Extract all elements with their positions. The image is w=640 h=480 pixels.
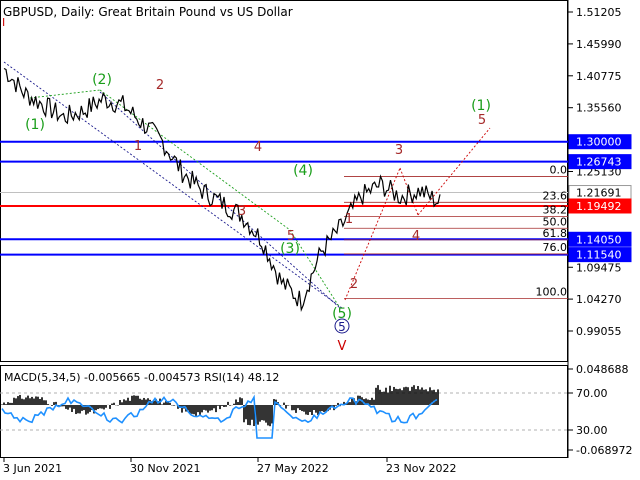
wave-label: V	[338, 339, 347, 354]
indicator-tick-label: 70.00	[576, 387, 608, 400]
chart-window: GBPUSD, Daily: Great Britain Pound vs US…	[0, 0, 640, 480]
level-price-label: 1.11540	[576, 249, 622, 262]
indicator-tick-label: -0.068972	[576, 444, 632, 457]
trend-line-channel	[99, 91, 341, 309]
trend-lines	[3, 61, 491, 309]
price-tick-label: 1.40775	[576, 70, 622, 83]
wave-line-green	[29, 89, 101, 99]
wave-label: 5	[338, 320, 346, 334]
chart-title: GBPUSD, Daily: Great Britain Pound vs US…	[3, 5, 293, 19]
trend-line-channel	[3, 61, 343, 309]
wave-label: 1	[345, 212, 353, 227]
price-tick-label: 1.09475	[576, 261, 622, 274]
wave-label: 4	[254, 140, 262, 155]
price-tick-label: 0.99055	[576, 325, 622, 338]
fibonacci-retracement: 0.023.638.250.061.876.0100.0	[344, 164, 568, 300]
wave-label: 5	[287, 229, 295, 244]
time-tick-label: 30 Nov 2021	[130, 462, 200, 475]
price-tick-label: 1.35560	[576, 102, 622, 115]
fib-level-label: 76.0	[543, 241, 568, 254]
wave-labels: (1)(2)(3)(4)(5)(1)12345123455V	[25, 72, 491, 354]
price-tick-label: 1.51205	[576, 6, 622, 19]
fib-level-label: 0.0	[550, 164, 568, 177]
main-chart-frame	[0, 0, 568, 362]
indicator-tick-label: 30.00	[576, 424, 608, 437]
wave-label: (1)	[471, 98, 491, 114]
wave-label: 3	[238, 204, 246, 219]
price-tick-label: 1.45990	[576, 38, 622, 51]
indicator-tick-label: 0.048688	[576, 363, 629, 376]
wave-label: 1	[134, 139, 142, 154]
wave-label: 2	[156, 78, 164, 93]
time-tick-label: 27 May 2022	[257, 462, 329, 475]
level-price-label: 1.14050	[576, 233, 622, 246]
level-price-label: 1.26743	[576, 156, 622, 169]
price-series	[3, 67, 441, 313]
time-axis: 3 Jun 2021 30 Nov 2021 27 May 2022 23 Nov 2…	[3, 458, 456, 475]
fib-level-label: 61.8	[543, 227, 568, 240]
price-tick-label: 1.04270	[576, 293, 622, 306]
wave-label-I: I	[2, 16, 5, 29]
level-price-label: 1.21691	[576, 187, 622, 200]
wave-label: (4)	[293, 163, 313, 179]
level-price-label: 1.19492	[576, 200, 622, 213]
chart-canvas[interactable]: GBPUSD, Daily: Great Britain Pound vs US…	[0, 0, 640, 480]
wave-label: (2)	[92, 72, 112, 88]
wave-line-red	[399, 167, 419, 216]
wave-label: 3	[395, 143, 403, 158]
price-axis: 1.512051.459901.407751.355601.251301.094…	[568, 6, 632, 338]
indicator-caption: MACD(5,34,5) -0.005665 -0.004573 RSI(14)…	[4, 371, 279, 384]
price-levels	[0, 140, 568, 256]
fib-level-label: 23.6	[543, 189, 568, 202]
fib-level-label: 100.0	[536, 286, 568, 299]
wave-label: (1)	[25, 117, 45, 133]
wave-label: 2	[350, 277, 358, 292]
wave-label: 5	[478, 113, 486, 128]
wave-label: 4	[412, 229, 420, 244]
level-price-label: 1.30000	[576, 136, 622, 149]
time-tick-label: 23 Nov 2022	[386, 462, 456, 475]
time-tick-label: 3 Jun 2021	[3, 462, 62, 475]
